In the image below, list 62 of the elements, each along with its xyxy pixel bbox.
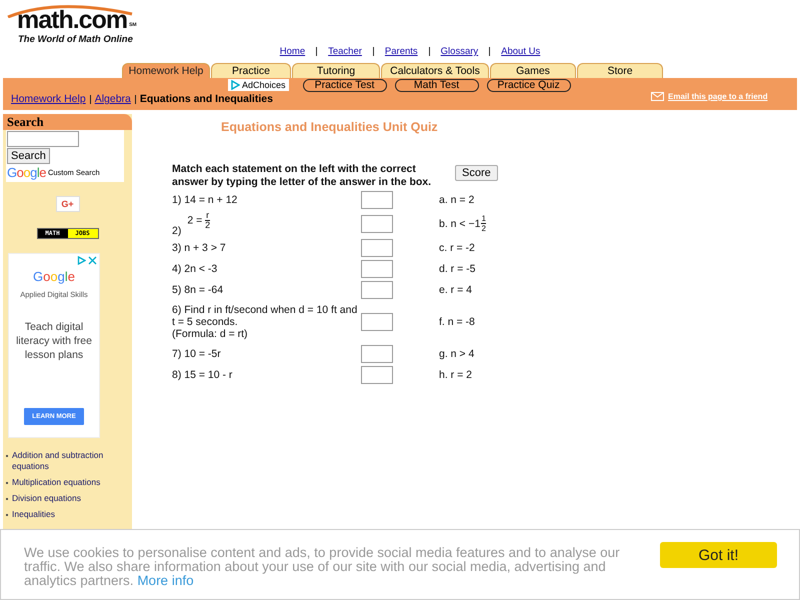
answer-option: h. r = 2 [439,368,472,380]
ad-brand: Google [33,269,75,284]
ad-choices-icon[interactable] [230,80,240,90]
answer-box[interactable] [361,190,393,208]
logo-text[interactable]: math.com [17,6,128,34]
nav-tab[interactable]: Calculators & Tools [381,63,489,78]
question-text: 8) 15 = 10 - r [172,368,232,380]
breadcrumb-link[interactable]: Algebra [90,95,135,104]
nav-link[interactable]: Home [268,47,316,56]
close-icon[interactable] [88,256,97,265]
topic-link[interactable]: Addition and subtraction equations [12,450,106,472]
search-field[interactable] [7,131,79,147]
nav-link[interactable]: Glossary [428,47,490,56]
practice-button[interactable]: Math Test [394,79,479,92]
nav-link[interactable]: About Us [489,47,552,56]
answer-option: c. r = -2 [439,242,475,254]
answer-box[interactable] [361,260,393,278]
got-it-button[interactable]: Got it! [660,542,777,568]
topic-link[interactable]: Division equations [12,493,81,504]
answer-box[interactable] [361,344,393,362]
answer-option: g. n > 4 [439,348,474,360]
nav-tab[interactable]: Practice [211,63,291,78]
question-text: 3) n + 3 > 7 [172,242,226,254]
topic-link[interactable]: Multiplication equations [12,477,100,488]
nav-tab[interactable]: Tutoring [292,63,380,78]
answer-box[interactable] [361,214,393,232]
envelope-icon [651,92,664,101]
nav-tab[interactable]: Games [490,63,576,78]
practice-button[interactable]: Practice Quiz [486,79,571,92]
nav-tab[interactable]: Homework Help [122,63,210,78]
answer-box[interactable] [361,312,393,330]
tagline: The World of Math Online [18,34,133,45]
answer-option: e. r = 4 [439,284,472,296]
answer-box[interactable] [361,366,393,384]
ad-choices-icon[interactable] [77,256,86,265]
instructions: Match each statement on the left with the correct answer by typing the letter of the answer in the box. [172,163,432,189]
nav-tab[interactable]: Store [577,63,663,78]
answer-option: f. n = -8 [439,316,475,328]
answer-option: d. r = -5 [439,262,476,274]
cookie-notice: We use cookies to personalise content and ads, to provide social media features and to analyse our traffic. We also share information about your use of our site with our social media, advertising and analytics partners. More info [24,546,621,588]
answer-box[interactable] [361,280,393,298]
breadcrumb-current: Equations and Inequalities [134,95,277,104]
answer-box[interactable] [361,238,393,256]
breadcrumb-link[interactable]: Homework Help [11,95,90,104]
ad-text: Teach digital literacy with free lesson plans [15,320,93,362]
quiz-title: Equations and Inequalities Unit Quiz [221,120,439,134]
question-text: 5) 8n = -64 [172,284,224,296]
score-button[interactable]: Score [455,165,498,181]
google-plus-button[interactable]: G+ [56,196,80,212]
google-logo: Google [7,165,46,180]
question-text: 6) Find r in ft/second when d = 10 ft and t = 5 seconds. (Formula: d = rt) [172,304,358,340]
question-text: 7) 10 = -5r [172,348,221,360]
nav-link[interactable]: Teacher [316,47,373,56]
nav-link[interactable]: Parents [372,47,429,56]
question-text: 4) 2n < -3 [172,262,218,274]
practice-button[interactable]: Practice Test [302,79,387,92]
topic-link[interactable]: Inequalities [12,509,56,520]
ad-choices-link[interactable]: AdChoices [228,79,289,91]
answer-option: a. n = 2 [439,194,474,206]
search-button[interactable]: Search [7,148,50,164]
question-text: 1) 14 = n + 12 [172,194,238,206]
sidebar-heading: Search [3,114,132,130]
